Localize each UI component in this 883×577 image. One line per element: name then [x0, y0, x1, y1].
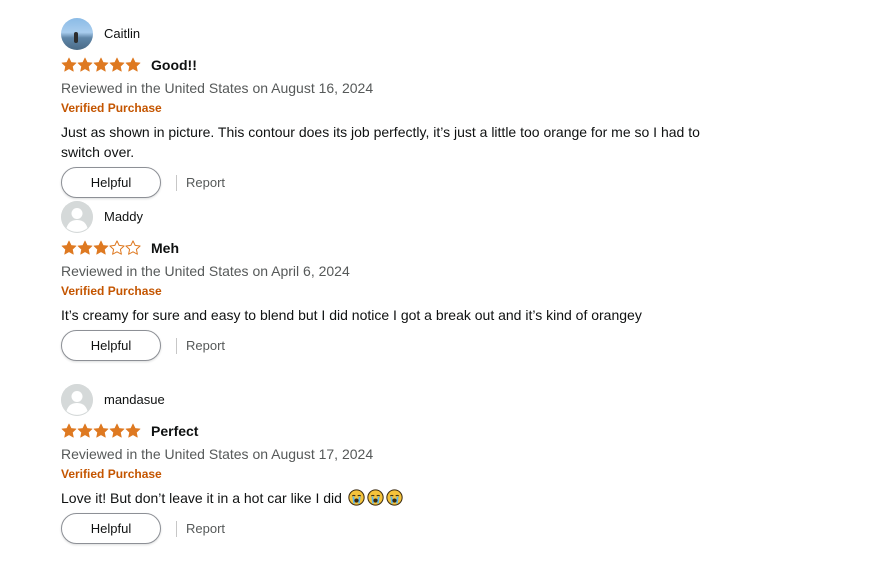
star-filled-icon: [109, 423, 125, 438]
helpful-button[interactable]: Helpful: [61, 513, 161, 544]
verified-purchase-badge: Verified Purchase: [61, 284, 162, 298]
star-filled-icon: [93, 240, 109, 255]
emoji-row: [346, 489, 403, 506]
report-link[interactable]: Report: [186, 521, 225, 536]
reviewer-profile[interactable]: mandasue: [61, 383, 861, 417]
divider: [176, 337, 177, 354]
rating-row: Meh: [61, 235, 861, 261]
verified-purchase-badge: Verified Purchase: [61, 467, 162, 481]
rating-row: Perfect: [61, 418, 861, 444]
default-user-icon: [61, 201, 93, 233]
divider: [176, 174, 177, 191]
review-text-container: Love it! But don’t leave it in a hot car…: [61, 488, 731, 508]
report-link[interactable]: Report: [186, 338, 225, 353]
star-filled-icon: [93, 423, 109, 438]
review-title[interactable]: Perfect: [151, 422, 198, 440]
reviewer-profile[interactable]: Maddy: [61, 200, 861, 234]
review-date: Reviewed in the United States on August …: [61, 446, 374, 462]
review-date: Reviewed in the United States on August …: [61, 80, 374, 96]
reviews-list: Caitlin Good!! Reviewed in the United St…: [61, 17, 861, 566]
review-actions: Helpful Report: [61, 167, 225, 198]
reviewer-name[interactable]: Maddy: [104, 209, 143, 225]
reviewer-name[interactable]: Caitlin: [104, 26, 140, 42]
review-item: Maddy Meh Reviewed in the United States …: [61, 200, 861, 383]
star-filled-icon: [61, 57, 77, 72]
default-user-icon: [61, 384, 93, 416]
review-title[interactable]: Good!!: [151, 56, 197, 74]
review-actions: Helpful Report: [61, 330, 225, 361]
review-text: Just as shown in picture. This contour d…: [61, 124, 700, 160]
review-text: It’s creamy for sure and easy to blend b…: [61, 307, 642, 323]
report-link[interactable]: Report: [186, 175, 225, 190]
star-filled-icon: [61, 423, 77, 438]
review-text: Love it! But don’t leave it in a hot car…: [61, 490, 342, 506]
star-rating[interactable]: [61, 423, 141, 439]
helpful-button[interactable]: Helpful: [61, 167, 161, 198]
loudly-crying-face-icon: [386, 489, 403, 506]
star-filled-icon: [77, 57, 93, 72]
review-item: Caitlin Good!! Reviewed in the United St…: [61, 17, 861, 200]
star-filled-icon: [61, 240, 77, 255]
star-filled-icon: [77, 240, 93, 255]
star-empty-icon: [109, 240, 125, 255]
star-filled-icon: [125, 423, 141, 438]
divider: [176, 520, 177, 537]
star-filled-icon: [93, 57, 109, 72]
review-actions: Helpful Report: [61, 513, 225, 544]
star-filled-icon: [109, 57, 125, 72]
reviewer-profile[interactable]: Caitlin: [61, 17, 861, 51]
star-empty-icon: [125, 240, 141, 255]
reviewer-name[interactable]: mandasue: [104, 392, 165, 408]
avatar[interactable]: [61, 384, 93, 416]
helpful-button[interactable]: Helpful: [61, 330, 161, 361]
review-item: mandasue Perfect Reviewed in the United …: [61, 383, 861, 566]
loudly-crying-face-icon: [348, 489, 365, 506]
review-title[interactable]: Meh: [151, 239, 179, 257]
review-date: Reviewed in the United States on April 6…: [61, 263, 350, 279]
star-rating[interactable]: [61, 240, 141, 256]
verified-purchase-badge: Verified Purchase: [61, 101, 162, 115]
star-filled-icon: [125, 57, 141, 72]
avatar[interactable]: [61, 18, 93, 50]
loudly-crying-face-icon: [367, 489, 384, 506]
star-rating[interactable]: [61, 57, 141, 73]
avatar[interactable]: [61, 201, 93, 233]
star-filled-icon: [77, 423, 93, 438]
rating-row: Good!!: [61, 52, 861, 78]
